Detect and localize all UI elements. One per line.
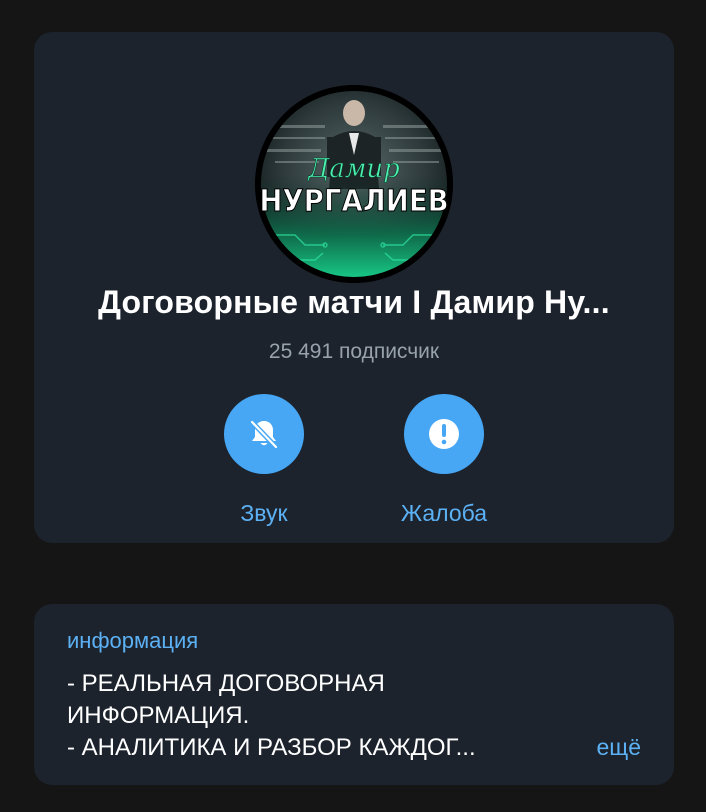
sound-button-label: Звук xyxy=(240,500,288,526)
info-line: - РЕАЛЬНАЯ ДОГОВОРНАЯ xyxy=(67,670,385,697)
info-description[interactable]: - РЕАЛЬНАЯ ДОГОВОРНАЯ ИНФОРМАЦИЯ. - АНАЛ… xyxy=(67,668,567,764)
avatar-name-text: НУРГАЛИЕВ xyxy=(259,183,448,218)
channel-profile-card: Дамир НУРГАЛИЕВ Договорные матчи I Дамир… xyxy=(34,32,674,543)
subscriber-count: 25 491 подписчик xyxy=(268,340,440,363)
avatar-script-text: Дамир xyxy=(307,154,400,184)
channel-title: Договорные матчи I Дамир Ну... xyxy=(98,284,610,320)
info-line: ИНФОРМАЦИЯ. xyxy=(67,702,250,729)
channel-avatar[interactable]: Дамир НУРГАЛИЕВ xyxy=(255,85,453,283)
exclamation-icon xyxy=(429,419,459,449)
info-line: - АНАЛИТИКА И РАЗБОР КАЖДОГ... xyxy=(67,734,476,761)
channel-info-card: информация - РЕАЛЬНАЯ ДОГОВОРНАЯ ИНФОРМА… xyxy=(34,604,674,785)
sound-button-circle[interactable] xyxy=(224,394,304,474)
avatar-image: Дамир НУРГАЛИЕВ xyxy=(255,85,453,283)
bell-off-icon xyxy=(249,419,279,450)
report-button-circle[interactable] xyxy=(404,394,484,474)
sound-button[interactable]: Звук xyxy=(194,394,334,527)
show-more-link[interactable]: ещё xyxy=(596,734,641,761)
report-button[interactable]: Жалоба xyxy=(374,394,514,527)
info-heading: информация xyxy=(67,628,199,653)
report-button-label: Жалоба xyxy=(400,500,488,526)
